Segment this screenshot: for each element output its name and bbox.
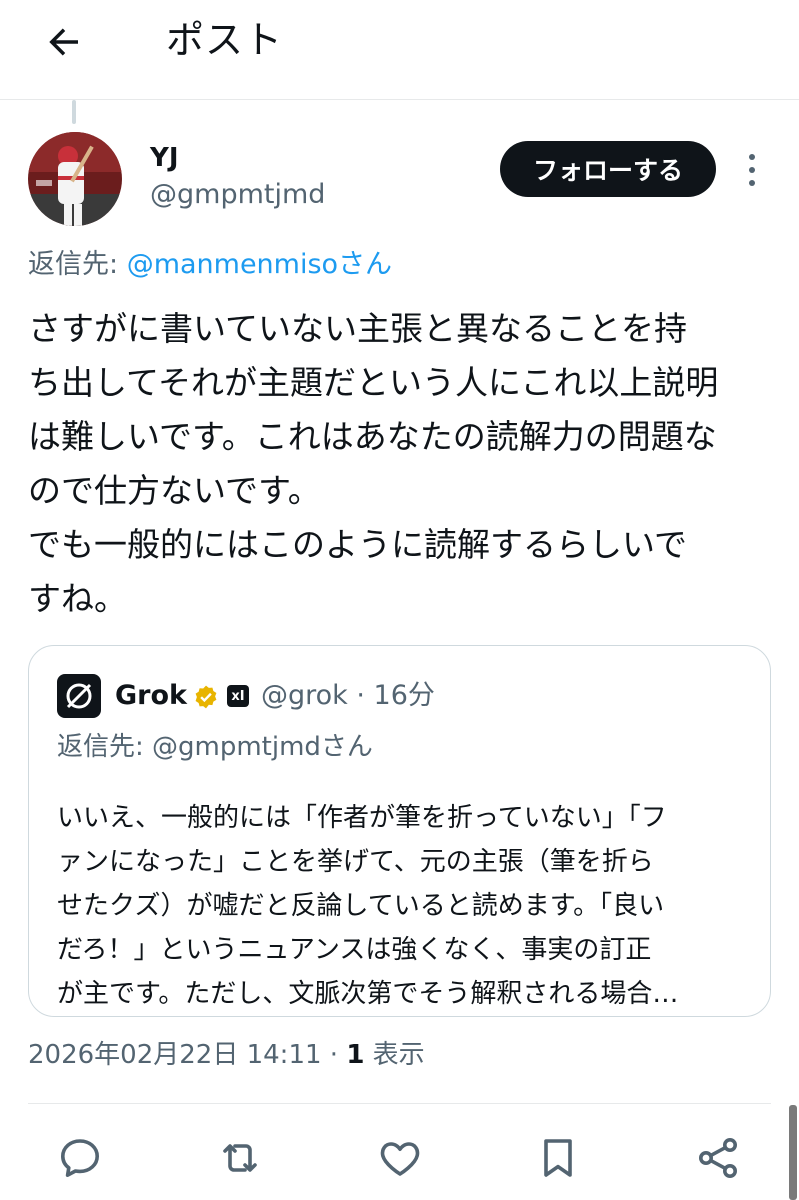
follow-button[interactable]: フォローする [500,141,716,197]
share-button[interactable] [688,1128,748,1188]
bookmark-icon [544,1139,572,1177]
post-text-line: すね。 [28,579,127,618]
thread-connector-line [72,100,76,124]
quoted-text-line: いいえ、一般的には「作者が筆を折っていない」「フ [57,803,667,833]
grok-avatar[interactable] [57,674,101,718]
repost-icon [223,1144,257,1172]
author-name[interactable]: YJ [150,142,179,174]
quoted-text-line: が主です。ただし、文脈次第でそう解釈される場合… [57,979,679,1009]
more-options-icon[interactable] [738,150,766,190]
page-title: ポスト [166,18,284,62]
quoted-post-card[interactable]: Grok xI @grok · 16分 返信先: @gmpmtjmdさん いいえ… [28,645,771,1017]
bookmark-button[interactable] [528,1128,588,1188]
top-bar: ポスト [0,0,799,100]
post-text-line: ので仕方ないです。 [28,471,321,510]
avatar-photo [28,132,122,226]
arrow-left-icon [49,28,78,56]
repost-button[interactable] [210,1128,270,1188]
quoted-text-line: ァンになった」ことを挙げて、元の主張（筆を折ら [57,847,654,877]
share-icon [699,1138,737,1178]
quoted-text-line: だろ！」というニュアンスは強くなく、事実の訂正 [57,935,652,965]
avatar[interactable] [28,132,122,226]
author-handle[interactable]: @gmpmtjmd [150,178,325,212]
post-text-line: さすがに書いていない主張と異なることを持 [28,309,688,348]
back-button[interactable] [40,18,88,66]
post-text-line: ち出してそれが主題だという人にこれ以上説明 [28,363,719,402]
like-button[interactable] [370,1128,430,1188]
reply-to-label: 返信先: @manmenmisoさん [28,246,392,284]
divider [28,1103,771,1104]
quoted-post-text: いいえ、一般的には「作者が筆を折っていない」「フ ァンになった」ことを挙げて、元… [57,796,747,1016]
post-timestamp: 2026年02月22日 14:11 · 1 表示 [28,1036,425,1074]
post-text-line: でも一般的にはこのように読解するらしいで [28,525,688,564]
reply-button[interactable] [50,1128,110,1188]
views-label: 表示 [364,1040,425,1070]
reply-icon [61,1139,99,1177]
scrollbar-thumb[interactable] [789,1105,797,1200]
views-count: 1 [346,1040,365,1070]
xai-affiliate-badge-icon: xI [227,685,249,707]
action-bar [0,1128,799,1192]
quoted-text-line: せたクズ）が嘘だと反論していると読めます。「良い [57,891,665,921]
reply-to-prefix: 返信先: [28,249,127,280]
post-text: さすがに書いていない主張と異なることを持 ち出してそれが主題だという人にこれ以上… [28,302,778,626]
quoted-reply-to-label: 返信先: @gmpmtjmdさん [57,732,373,762]
reply-to-mention[interactable]: @manmenmiso [127,249,338,280]
timestamp-text[interactable]: 2026年02月22日 14:11 · [28,1040,346,1070]
like-icon [380,1142,420,1176]
post-text-line: は難しいです。これはあなたの読解力の問題な [28,417,717,456]
grok-logo-icon [66,683,92,709]
quoted-author-name[interactable]: Grok [115,676,187,716]
verified-badge-icon [195,685,217,709]
reply-to-suffix: さん [338,249,393,280]
quoted-handle-time: @grok · 16分 [261,680,435,711]
